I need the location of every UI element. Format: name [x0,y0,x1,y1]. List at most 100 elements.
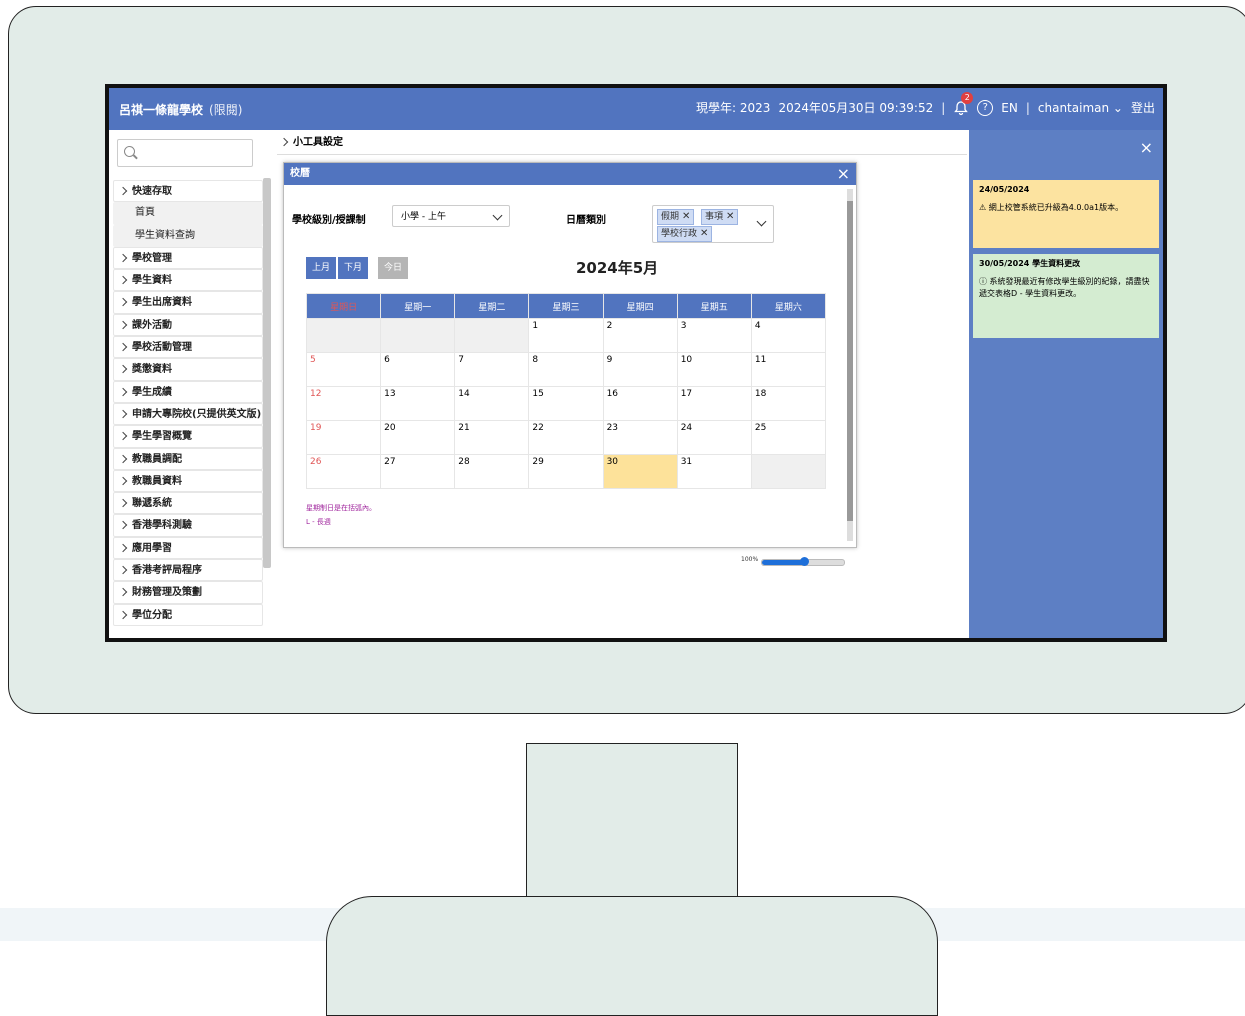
calendar-day-cell[interactable]: 20 [380,420,456,455]
calendar-day-cell[interactable]: 2 [602,318,678,353]
sidebar-item[interactable]: 學生資料 [113,269,263,292]
calendar-day-cell[interactable]: 23 [602,420,678,455]
calendar-day-cell[interactable]: 16 [602,386,678,421]
calendar-type-multiselect[interactable]: 假期 ✕ 事項 ✕ 學校行政 ✕ [652,205,774,243]
prev-month-button[interactable]: 上月 [306,257,336,279]
calendar-day-cell[interactable]: 19 [305,420,382,455]
calendar-day-cell[interactable]: 7 [454,352,530,387]
calendar-day-cell[interactable]: 17 [676,386,752,421]
sidebar-item[interactable]: 快速存取 [113,180,263,203]
calendar-day-cell[interactable]: 28 [454,454,530,489]
calendar-day-cell[interactable]: 1 [528,318,604,353]
chevron-right-icon [118,365,128,374]
calendar-day-cell[interactable]: 26 [305,454,382,489]
calendar-day-cell[interactable]: 3 [676,318,752,353]
zoom-slider[interactable] [761,557,845,566]
calendar-day-cell[interactable]: 24 [676,420,752,455]
sidebar-item-label: 學校管理 [132,252,172,264]
main-content: 小工具設定 校曆 × 學校級別/授課制 小學 - 上午 日曆類別 假期 ✕ 事項 ✕… [273,130,969,638]
remove-tag-icon[interactable]: ✕ [726,211,734,222]
language-toggle[interactable]: EN [1001,101,1018,115]
sidebar-item-label: 首頁 [135,207,155,219]
sidebar-item[interactable]: 學校管理 [113,246,263,270]
calendar-day-cell[interactable]: 25 [750,420,827,455]
sidebar-subitem[interactable]: 首頁 [113,202,263,225]
calendar-day-cell[interactable]: 6 [380,352,456,387]
sidebar-item[interactable]: 財務管理及策劃 [113,581,263,604]
sidebar-scrollbar[interactable] [263,178,271,568]
tag-school-admin: 學校行政 ✕ [657,226,713,242]
notification-card-warning[interactable]: 24/05/2024 ⚠ 網上校管系統已升級為4.0.0a1版本。 [973,180,1159,248]
help-icon[interactable]: ? [977,99,994,116]
sidebar-subitem[interactable]: 學生資料查詢 [113,224,263,247]
calendar-day-cell[interactable]: 8 [528,352,604,387]
calendar-day-cell[interactable]: 10 [676,352,752,387]
chevron-right-icon [118,454,128,463]
school-year: 現學年: 2023 [696,101,771,115]
calendar-day-cell[interactable]: 31 [676,454,752,489]
sidebar-item-label: 香港學科測驗 [132,520,192,532]
calendar-day-cell[interactable]: 12 [305,386,382,421]
sidebar-item[interactable]: 教職員調配 [113,447,263,470]
chevron-right-icon [118,409,128,419]
sidebar-item[interactable]: 學生出席資料 [113,291,263,314]
calendar-day-cell[interactable]: 11 [750,352,827,387]
logout-link[interactable]: 登出 [1131,99,1155,116]
sidebar-item-label: 學生學習概覽 [132,431,192,443]
scrollbar-thumb[interactable] [847,201,853,521]
level-select[interactable]: 小學 - 上午 [392,205,510,227]
sidebar-item[interactable]: 學生學習概覽 [113,425,263,448]
sidebar-item[interactable]: 獎懲資料 [113,358,263,381]
monitor-stand-neck [526,743,738,908]
remove-tag-icon[interactable]: ✕ [682,211,690,222]
next-month-button[interactable]: 下月 [338,257,368,279]
top-right-controls: 現學年: 2023 2024年05月30日 09:39:52 | 2 ? EN … [696,91,1155,116]
sidebar-item[interactable]: 學校活動管理 [113,336,263,359]
today-button[interactable]: 今日 [378,257,408,279]
calendar-day-cell[interactable]: 29 [528,454,604,489]
sidebar-item[interactable]: 學位分配 [113,603,263,626]
calendar-day-cell[interactable]: 9 [602,352,678,387]
sidebar-item[interactable]: 香港考評局程序 [113,559,263,582]
remove-tag-icon[interactable]: ✕ [700,228,708,239]
calendar-week-row: 5 6 7 8 9 10 11 [305,352,827,387]
notification-card-info[interactable]: 30/05/2024 學生資料更改 ⓘ 系統發現最近有修改學生級別的紀錄，請盡快… [973,254,1159,338]
calendar-modal: 校曆 × 學校級別/授課制 小學 - 上午 日曆類別 假期 ✕ 事項 ✕ 學校行政 ✕… [283,162,857,548]
chevron-right-icon [118,298,128,307]
notification-bell-icon[interactable]: 2 [953,91,974,116]
modal-scrollbar[interactable] [847,189,853,541]
calendar-day-cell[interactable]: 18 [750,386,827,421]
calendar-day-cell[interactable]: 4 [750,318,827,353]
sidebar-item[interactable]: 教職員資料 [113,469,263,493]
user-menu[interactable]: chantaiman ⌄ [1038,101,1123,115]
tag-label: 事項 [705,212,724,222]
notification-title: 30/05/2024 學生資料更改 [979,259,1081,268]
school-name: 呂祺一條龍學校 (限閱) [119,101,242,118]
notification-body: 系統發現最近有修改學生級別的紀錄，請盡快遞交表格D - 學生資料更改。 [979,277,1150,298]
calendar-empty-cell [750,454,827,489]
search-input[interactable] [117,139,253,167]
calendar-day-cell[interactable]: 5 [305,352,382,387]
zoom-level: 100% [741,556,759,563]
zoom-slider-knob[interactable] [799,557,809,566]
chevron-right-icon [118,498,128,508]
calendar-day-cell[interactable]: 15 [528,386,604,421]
calendar-day-cell[interactable]: 27 [380,454,456,489]
calendar-legend: L - 長週 [306,518,331,526]
calendar-day-cell[interactable]: 14 [454,386,530,421]
sidebar-item[interactable]: 香港學科測驗 [113,514,263,537]
sidebar-item[interactable]: 學生成績 [113,380,263,403]
sidebar-item[interactable]: 聯遞系統 [113,492,263,515]
monitor-stand-base [326,896,938,1016]
close-icon[interactable]: × [1140,138,1153,157]
calendar-day-cell[interactable]: 22 [528,420,604,455]
calendar-day-cell[interactable]: 30 [602,454,678,489]
close-icon[interactable]: × [837,163,850,185]
zoom-slider-fill [762,560,805,565]
sidebar-item[interactable]: 應用學習 [113,536,263,560]
tag-label: 學校行政 [661,229,698,239]
calendar-day-cell[interactable]: 21 [454,420,530,455]
sidebar-item[interactable]: 課外活動 [113,313,263,337]
calendar-day-cell[interactable]: 13 [380,386,456,421]
sidebar-item[interactable]: 申請大專院校(只提供英文版) [113,402,263,426]
